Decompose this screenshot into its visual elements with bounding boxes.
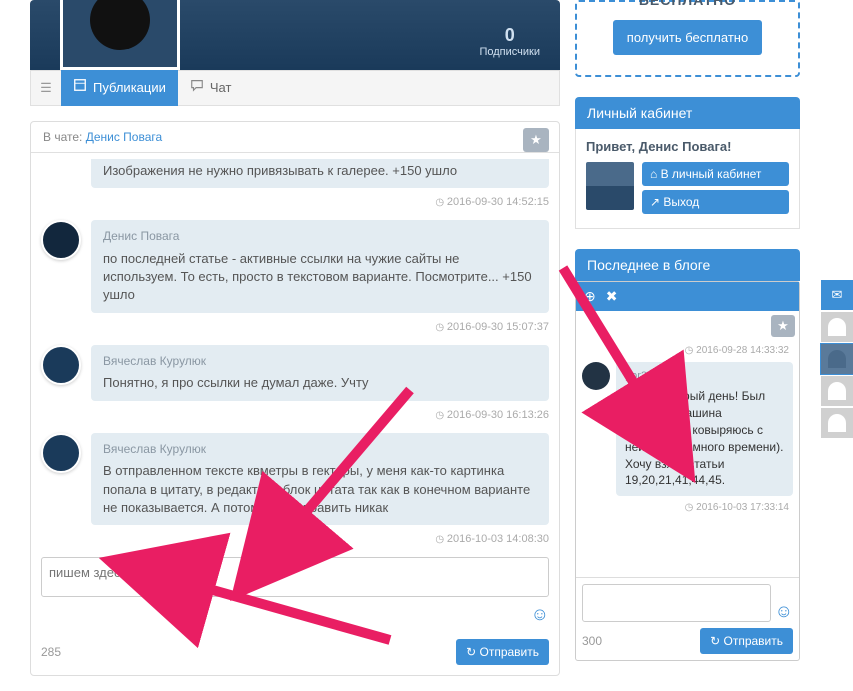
exit-link[interactable]: Выход (642, 190, 789, 214)
message-avatar[interactable] (41, 345, 81, 385)
widget-smile-icon[interactable]: ☺ (775, 601, 793, 622)
chat-message: Вячеслав Курулюк Понятно, я про ссылки н… (41, 345, 549, 401)
avatar-face (90, 0, 150, 50)
in-chat-label: В чате: (43, 130, 82, 144)
to-cabinet-link[interactable]: В личный кабинет (642, 162, 789, 186)
chat-message: Денис Повага по последней статье - актив… (41, 220, 549, 312)
blog-head: Последнее в блоге (575, 249, 800, 281)
widget-message-text: Денис добрый день! Был перерыв(машина сл… (625, 388, 784, 489)
chat-widget-body[interactable]: 2016-09-28 14:33:32 gor2065 Денис добрый… (576, 337, 799, 577)
smile-icon[interactable]: ☺ (531, 604, 549, 624)
tab-publications[interactable]: Публикации (61, 70, 178, 106)
hamburger-icon[interactable]: ☰ (31, 80, 61, 96)
send-button[interactable]: Отправить (456, 639, 549, 665)
in-chat-user-link[interactable]: Денис Повага (86, 130, 162, 144)
message-text: по последней статье - активные ссылки на… (103, 250, 537, 305)
subscribers-count: 0 (479, 25, 540, 46)
message-avatar[interactable] (41, 220, 81, 260)
message-time: 2016-09-30 14:52:15 (41, 194, 549, 214)
avatar[interactable] (60, 0, 180, 70)
widget-message-author: gor2065 (625, 369, 784, 384)
message-bubble: Денис Повага по последней статье - актив… (91, 220, 549, 312)
widget-message-bubble: gor2065 Денис добрый день! Был перерыв(м… (616, 362, 793, 496)
envelope-icon[interactable]: ✉ (821, 280, 853, 310)
star-icon: ★ (530, 132, 542, 148)
subscribers-counter: 0 Подписчики (479, 25, 540, 58)
side-user-4[interactable] (821, 408, 853, 438)
star-button[interactable]: ★ (523, 128, 549, 152)
tab-label: Публикации (93, 70, 166, 106)
widget-star-button[interactable]: ★ (771, 315, 795, 337)
chat-messages[interactable]: Изображения не нужно привязывать к галер… (31, 159, 559, 549)
compose-footer: 285 Отправить (31, 633, 559, 675)
user-silhouette-icon (828, 414, 846, 432)
user-silhouette-icon (828, 318, 846, 336)
side-user-3[interactable] (821, 376, 853, 406)
spacer (41, 159, 81, 188)
envelope-glyph: ✉ (832, 287, 843, 303)
message-text: Понятно, я про ссылки не думал даже. Учт… (103, 374, 537, 392)
chat-panel: ★ В чате: Денис Повага Изображения не ну… (30, 121, 560, 676)
subscribers-label: Подписчики (479, 46, 540, 58)
promo-box: БЕСПЛАТНО получить бесплатно (575, 0, 800, 77)
side-dock: ✉ (821, 280, 853, 440)
message-bubble: Изображения не нужно привязывать к галер… (91, 159, 549, 188)
message-author: Вячеслав Курулюк (103, 441, 537, 458)
widget-top-time: 2016-09-28 14:33:32 (582, 343, 793, 358)
message-time: 2016-09-30 15:07:37 (41, 319, 549, 339)
compose-area: ☺ (31, 549, 559, 633)
user-silhouette-icon (828, 382, 846, 400)
message-text: Изображения не нужно привязывать к галер… (103, 162, 537, 180)
widget-send-button[interactable]: Отправить (700, 628, 793, 654)
user-silhouette-icon (828, 350, 846, 368)
cabinet-head: Личный кабинет (575, 97, 800, 129)
chat-widget: ⊕ ✖ ★ 2016-09-28 14:33:32 gor2065 Денис … (575, 281, 800, 661)
message-bubble: Вячеслав Курулюк Понятно, я про ссылки н… (91, 345, 549, 401)
tab-label: Чат (210, 70, 232, 106)
promo-button[interactable]: получить бесплатно (613, 20, 762, 55)
message-time: 2016-10-03 14:08:30 (41, 531, 549, 549)
cabinet-panel: Личный кабинет Привет, Денис Повага! В л… (575, 97, 800, 229)
zoom-icon[interactable]: ⊕ (584, 288, 596, 305)
widget-send-label: Отправить (723, 634, 783, 648)
compose-input[interactable] (41, 557, 549, 597)
publications-icon (73, 70, 87, 106)
cabinet-body: Привет, Денис Повага! В личный кабинет В… (575, 129, 800, 229)
close-icon[interactable]: ✖ (606, 288, 618, 305)
widget-compose: ☺ (576, 577, 799, 628)
widget-message-avatar[interactable] (582, 362, 610, 390)
side-user-2[interactable] (821, 344, 853, 374)
tabs-bar: ☰ Публикации Чат (30, 70, 560, 106)
tab-chat[interactable]: Чат (178, 70, 244, 106)
chat-icon (190, 70, 204, 106)
message-bubble: Вячеслав Курулюк В отправленном тексте к… (91, 433, 549, 525)
side-user-1[interactable] (821, 312, 853, 342)
message-time: 2016-09-30 16:13:26 (41, 407, 549, 427)
char-count: 285 (41, 645, 61, 659)
widget-message: gor2065 Денис добрый день! Был перерыв(м… (582, 362, 793, 496)
chat-widget-head: ⊕ ✖ (576, 282, 799, 311)
widget-footer: 300 Отправить (576, 628, 799, 660)
promo-title: БЕСПЛАТНО (592, 0, 783, 8)
message-avatar[interactable] (41, 433, 81, 473)
profile-header: 0 Подписчики (30, 0, 560, 70)
message-text: В отправленном тексте квметры в гектары,… (103, 462, 537, 517)
widget-message-time: 2016-10-03 17:33:14 (582, 500, 793, 515)
chat-message: Изображения не нужно привязывать к галер… (41, 159, 549, 188)
widget-char-count: 300 (582, 634, 602, 648)
send-label: Отправить (479, 645, 539, 659)
message-author: Вячеслав Курулюк (103, 353, 537, 370)
cabinet-greeting: Привет, Денис Повага! (586, 139, 789, 154)
chat-message: Вячеслав Курулюк В отправленном тексте к… (41, 433, 549, 525)
blog-panel: Последнее в блоге (575, 249, 800, 281)
chat-header: В чате: Денис Повага (31, 122, 559, 153)
cabinet-avatar[interactable] (586, 162, 634, 210)
star-icon: ★ (777, 318, 789, 334)
message-author: Денис Повага (103, 228, 537, 245)
widget-compose-input[interactable] (582, 584, 771, 622)
